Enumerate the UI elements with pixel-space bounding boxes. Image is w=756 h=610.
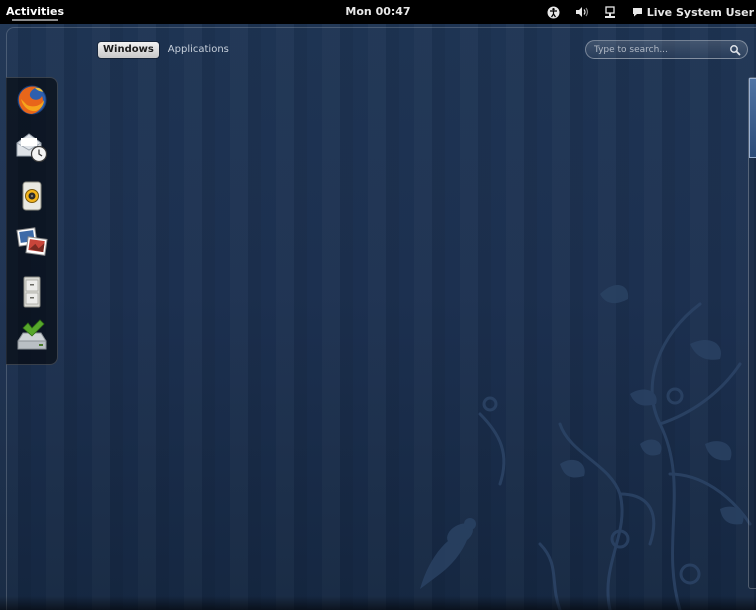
tab-windows[interactable]: Windows [98, 42, 159, 58]
user-name: Live System User [646, 5, 754, 19]
search-input[interactable] [594, 44, 729, 55]
network-icon[interactable] [598, 0, 622, 24]
evolution-mail-icon [16, 133, 48, 163]
user-menu[interactable]: Live System User [632, 6, 756, 19]
files-cabinet-icon [23, 276, 41, 308]
dash [6, 77, 58, 365]
chat-status-icon [632, 8, 642, 17]
rhythmbox-speaker-icon [22, 181, 42, 211]
install-to-hard-drive-icon [17, 319, 47, 350]
overview-bottom-shadow [0, 596, 756, 610]
search-icon [730, 44, 741, 55]
dash-item-rhythmbox[interactable] [14, 178, 50, 214]
shotwell-photos-icon [16, 227, 48, 256]
status-area: Live System User [538, 0, 756, 24]
dash-item-shotwell[interactable] [14, 224, 50, 260]
wallpaper-vine-art [420, 284, 752, 610]
search-box[interactable] [585, 40, 748, 59]
view-selector: Windows Applications [98, 42, 234, 58]
volume-icon[interactable] [570, 0, 594, 24]
top-panel: Activities Mon 00:47 Live System User [0, 0, 756, 24]
activities-overview: Windows Applications [0, 24, 756, 610]
workspace-thumbnail-active[interactable] [749, 78, 756, 158]
dash-item-files[interactable] [14, 274, 50, 310]
accessibility-icon[interactable] [542, 0, 566, 24]
tab-applications[interactable]: Applications [163, 42, 234, 58]
dash-item-evolution[interactable] [14, 128, 50, 164]
firefox-icon [17, 85, 47, 115]
dash-item-install[interactable] [14, 318, 50, 354]
dash-item-firefox[interactable] [14, 82, 50, 118]
